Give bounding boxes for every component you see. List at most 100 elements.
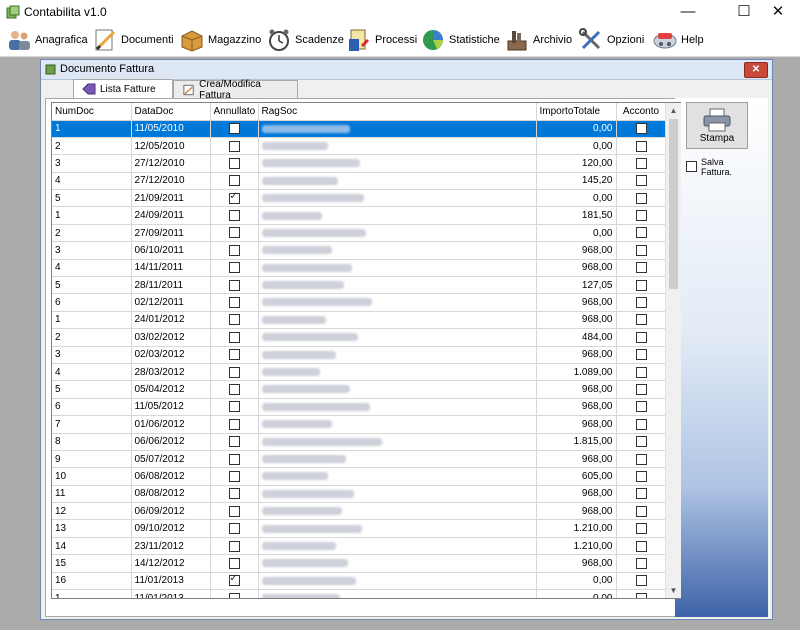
cell-importo-totale[interactable]: 968,00: [536, 398, 617, 417]
cell-annullato[interactable]: [210, 259, 259, 278]
cell-acconto[interactable]: [616, 137, 667, 156]
cell-acconto[interactable]: [616, 120, 667, 138]
table-row[interactable]: 6 11/05/2012 968,00: [52, 398, 667, 417]
salva-fattura-checkbox[interactable]: [686, 161, 697, 172]
cell-acconto[interactable]: [616, 259, 667, 278]
annullato-checkbox[interactable]: [228, 573, 240, 587]
annullato-checkbox[interactable]: [228, 210, 240, 222]
cell-importo-totale[interactable]: 1.210,00: [536, 519, 617, 538]
annullato-checkbox[interactable]: [228, 140, 240, 152]
cell-numdoc[interactable]: 4: [52, 259, 132, 278]
tab-crea-modifica-fattura[interactable]: Crea/Modifica Fattura: [173, 79, 298, 101]
table-row[interactable]: 5 28/11/2011 127,05: [52, 276, 667, 295]
annullato-checkbox[interactable]: [228, 227, 240, 239]
cell-ragsoc[interactable]: [258, 189, 537, 208]
acconto-checkbox[interactable]: [635, 262, 647, 274]
cell-acconto[interactable]: [616, 433, 667, 451]
annullato-checkbox[interactable]: [228, 488, 240, 500]
cell-annullato[interactable]: [210, 293, 259, 312]
cell-importo-totale[interactable]: 968,00: [536, 450, 617, 469]
annullato-checkbox[interactable]: [228, 540, 240, 552]
cell-acconto[interactable]: [616, 206, 667, 225]
cell-annullato[interactable]: [210, 172, 259, 191]
menu-statistiche[interactable]: Statistiche: [420, 26, 500, 54]
cell-acconto[interactable]: [616, 328, 667, 347]
cell-numdoc[interactable]: 13: [52, 519, 132, 538]
cell-annullato[interactable]: [210, 415, 259, 434]
cell-importo-totale[interactable]: 1.815,00: [536, 433, 617, 451]
cell-importo-totale[interactable]: 0,00: [536, 120, 617, 138]
cell-numdoc[interactable]: 15: [52, 554, 132, 573]
cell-datadoc[interactable]: 01/06/2012: [131, 415, 211, 434]
cell-numdoc[interactable]: 12: [52, 502, 132, 521]
acconto-checkbox[interactable]: [635, 540, 647, 552]
cell-annullato[interactable]: [210, 380, 259, 399]
table-row[interactable]: 5 05/04/2012 968,00: [52, 380, 667, 399]
acconto-checkbox[interactable]: [635, 192, 647, 204]
cell-datadoc[interactable]: 11/05/2012: [131, 398, 211, 417]
cell-importo-totale[interactable]: 127,05: [536, 276, 617, 295]
cell-importo-totale[interactable]: 968,00: [536, 293, 617, 312]
cell-importo-totale[interactable]: 120,00: [536, 154, 617, 173]
table-row[interactable]: 14 23/11/2012 1.210,00: [52, 537, 667, 556]
cell-importo-totale[interactable]: 968,00: [536, 502, 617, 521]
table-row[interactable]: 1 11/01/2013 0,00: [52, 589, 667, 598]
cell-importo-totale[interactable]: 1.089,00: [536, 363, 617, 382]
cell-datadoc[interactable]: 28/11/2011: [131, 276, 211, 295]
cell-ragsoc[interactable]: [258, 398, 537, 417]
cell-annullato[interactable]: [210, 572, 259, 591]
cell-importo-totale[interactable]: 968,00: [536, 311, 617, 330]
cell-ragsoc[interactable]: [258, 485, 537, 504]
cell-acconto[interactable]: [616, 485, 667, 504]
cell-numdoc[interactable]: 1: [52, 120, 132, 138]
cell-datadoc[interactable]: 06/08/2012: [131, 467, 211, 486]
acconto-checkbox[interactable]: [635, 331, 647, 343]
menu-processi[interactable]: Processi: [346, 26, 417, 54]
cell-ragsoc[interactable]: [258, 137, 537, 156]
table-row[interactable]: 9 05/07/2012 968,00: [52, 450, 667, 469]
cell-acconto[interactable]: [616, 276, 667, 295]
cell-ragsoc[interactable]: [258, 572, 537, 591]
cell-importo-totale[interactable]: 968,00: [536, 346, 617, 364]
cell-ragsoc[interactable]: [258, 363, 537, 382]
cell-ragsoc[interactable]: [258, 502, 537, 521]
table-row[interactable]: 521/09/2011 0,00: [52, 189, 667, 208]
cell-numdoc[interactable]: 14: [52, 537, 132, 556]
cell-datadoc[interactable]: 11/01/2013: [131, 589, 211, 598]
cell-numdoc[interactable]: 3: [52, 154, 132, 173]
cell-numdoc[interactable]: 6: [52, 398, 132, 417]
cell-annullato[interactable]: [210, 346, 259, 364]
cell-numdoc[interactable]: 4: [52, 363, 132, 382]
cell-annullato[interactable]: [210, 189, 259, 208]
close-button[interactable]: ✕: [756, 0, 800, 24]
cell-acconto[interactable]: [616, 467, 667, 486]
cell-annullato[interactable]: [210, 554, 259, 573]
cell-numdoc[interactable]: 3: [52, 346, 132, 364]
cell-datadoc[interactable]: 27/09/2011: [131, 224, 211, 243]
acconto-checkbox[interactable]: [635, 279, 647, 291]
cell-datadoc[interactable]: 21/09/2011: [131, 189, 211, 208]
table-row[interactable]: 8 06/06/2012 1.815,00: [52, 433, 667, 451]
cell-numdoc[interactable]: 11: [52, 485, 132, 504]
annullato-checkbox[interactable]: [228, 191, 240, 204]
table-row[interactable]: 7 01/06/2012 968,00: [52, 415, 667, 434]
cell-importo-totale[interactable]: 605,00: [536, 467, 617, 486]
cell-acconto[interactable]: [616, 346, 667, 364]
acconto-checkbox[interactable]: [635, 418, 647, 430]
cell-annullato[interactable]: [210, 206, 259, 225]
cell-ragsoc[interactable]: [258, 537, 537, 556]
cell-numdoc[interactable]: 2: [52, 137, 132, 156]
col-ragsoc[interactable]: RagSoc: [258, 103, 537, 121]
cell-datadoc[interactable]: 24/01/2012: [131, 311, 211, 330]
annullato-checkbox[interactable]: [228, 453, 240, 465]
cell-datadoc[interactable]: 27/12/2010: [131, 172, 211, 191]
cell-importo-totale[interactable]: 968,00: [536, 554, 617, 573]
cell-importo-totale[interactable]: 0,00: [536, 137, 617, 156]
annullato-checkbox[interactable]: [228, 505, 240, 517]
tab-lista-fatture[interactable]: Lista Fatture: [73, 79, 173, 98]
cell-annullato[interactable]: [210, 276, 259, 295]
menu-scadenze[interactable]: Scadenze: [266, 26, 344, 54]
annullato-checkbox[interactable]: [228, 123, 240, 135]
acconto-checkbox[interactable]: [635, 175, 647, 187]
cell-acconto[interactable]: [616, 398, 667, 417]
